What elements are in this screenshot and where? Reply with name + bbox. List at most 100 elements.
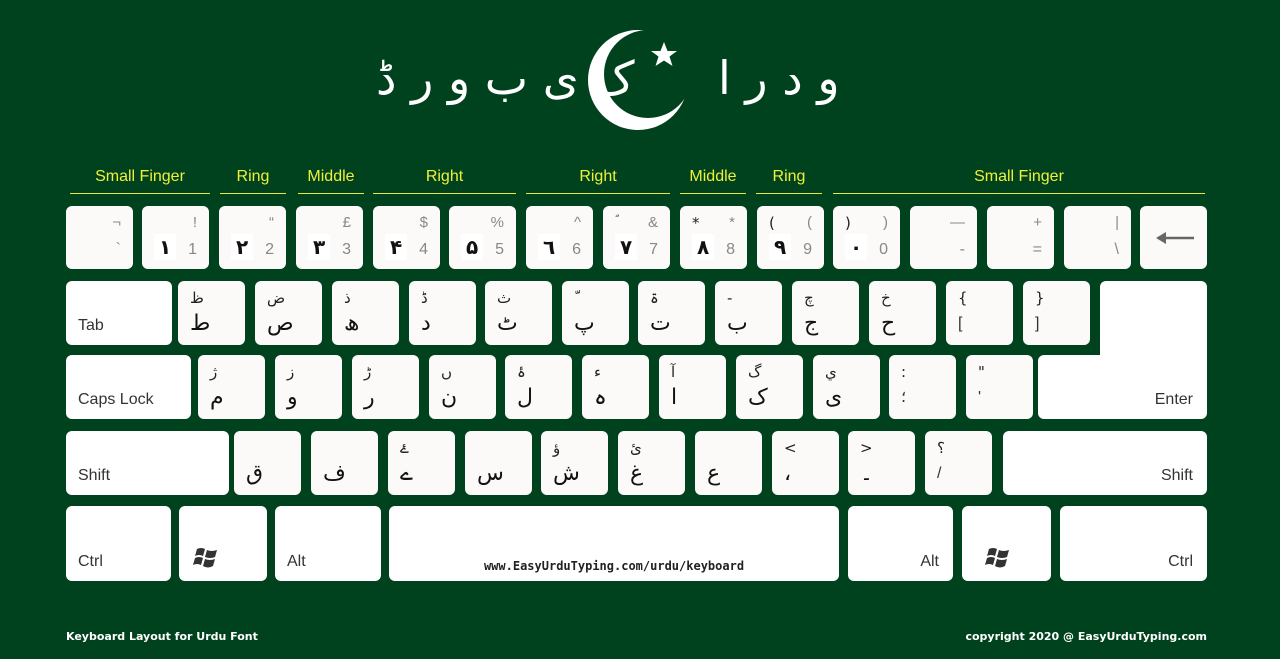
char-key[interactable]: چج: [792, 281, 859, 345]
key-char-english: 7: [649, 241, 658, 258]
char-key[interactable]: ںن: [429, 355, 496, 419]
char-key[interactable]: ڈد: [409, 281, 476, 345]
key-char-shift-urdu: چ: [804, 289, 814, 307]
char-key[interactable]: ف: [311, 431, 378, 495]
char-key[interactable]: يی: [813, 355, 880, 419]
ctrl-right-key[interactable]: Ctrl: [1060, 506, 1207, 581]
shift-left-key[interactable]: Shift: [66, 431, 229, 495]
footer-copyright: copyright 2020 @ EasyUrduTyping.com: [965, 630, 1207, 643]
char-key[interactable]: " ': [966, 355, 1033, 419]
key-char-english: 8: [726, 241, 735, 258]
char-key[interactable]: ((٩ 9: [757, 206, 824, 269]
key-char-shift-urdu: ": [978, 363, 985, 381]
char-key[interactable]: $۴ 4: [373, 206, 440, 269]
char-key[interactable]: “ ٢ 2: [219, 206, 286, 269]
key-char-shift-urdu: *: [692, 214, 700, 232]
char-key[interactable]: ئغ: [618, 431, 685, 495]
key-char-english: 4: [419, 241, 428, 258]
key-char-shift-english: ¬: [112, 214, 121, 231]
key-char-shift-urdu: {: [958, 289, 968, 307]
char-key[interactable]: زو: [275, 355, 342, 419]
ctrl-left-key[interactable]: Ctrl: [66, 506, 171, 581]
space-bar[interactable]: www.EasyUrduTyping.com/urdu/keyboard: [389, 506, 839, 581]
alt-right-key[interactable]: Alt: [848, 506, 953, 581]
char-key[interactable]: ع: [695, 431, 762, 495]
char-key[interactable]: | \: [1064, 206, 1131, 269]
char-key[interactable]: ۂل: [505, 355, 572, 419]
key-char-shift-urdu: ز: [287, 363, 295, 381]
char-key[interactable]: ۃت: [638, 281, 705, 345]
char-key[interactable]: ثٹ: [485, 281, 552, 345]
key-char-urdu: ٢: [231, 234, 254, 260]
char-key[interactable]: % ۵ 5: [449, 206, 516, 269]
key-char-urdu: ے: [400, 461, 413, 486]
alt-right-key-label: Alt: [920, 553, 939, 570]
key-char-urdu: ق: [246, 461, 264, 486]
key-char-urdu: ع: [707, 461, 721, 486]
key-char-urdu: س: [477, 461, 504, 486]
char-key[interactable]: ق: [234, 431, 301, 495]
char-key[interactable]: ڑر: [352, 355, 419, 419]
finger-label: Right: [373, 168, 516, 194]
char-key[interactable]: ّپ: [562, 281, 629, 345]
tab-key[interactable]: Tab: [66, 281, 172, 345]
key-char-urdu: ۵: [461, 234, 484, 260]
char-key[interactable]: ضص: [255, 281, 322, 345]
char-key[interactable]: ^ ٦ 6: [526, 206, 593, 269]
char-key[interactable]: : ؛: [889, 355, 956, 419]
char-key[interactable]: * * ٨ 8: [680, 206, 747, 269]
char-key[interactable]: )) ٠ 0: [833, 206, 900, 269]
char-key[interactable]: ذھ: [332, 281, 399, 345]
key-char-urdu: ہ: [594, 385, 607, 410]
char-key[interactable]: ژم: [198, 355, 265, 419]
key-char-shift-english: (: [807, 214, 812, 231]
key-char-shift-urdu: ڈ: [421, 289, 428, 307]
char-key[interactable]: ظط: [178, 281, 245, 345]
key-char-english: \: [1114, 241, 1119, 258]
windows-right-key[interactable]: [962, 506, 1051, 581]
char-key[interactable]: ؟ /: [925, 431, 992, 495]
windows-logo-icon: [193, 548, 217, 568]
char-key[interactable]: ۓے: [388, 431, 455, 495]
key-char-shift-urdu: ۂ: [517, 363, 526, 381]
shift-right-key[interactable]: Shift: [1003, 431, 1207, 495]
char-key[interactable]: ! ١ 1: [142, 206, 209, 269]
char-key[interactable]: ؤش: [541, 431, 608, 495]
ctrl-left-key-label: Ctrl: [78, 553, 103, 570]
key-char-urdu: [: [958, 315, 963, 332]
char-key[interactable]: ءہ: [582, 355, 649, 419]
key-char-urdu: ص: [267, 311, 294, 336]
char-key[interactable]: س: [465, 431, 532, 495]
key-char-shift-urdu: ): [845, 214, 851, 232]
char-key[interactable]: + =: [987, 206, 1054, 269]
enter-key-upper[interactable]: [1100, 281, 1207, 361]
char-key[interactable]: آا: [659, 355, 726, 419]
key-char-urdu: ھ: [344, 311, 360, 336]
char-key[interactable]: > ۔: [848, 431, 915, 495]
key-char-shift-english: %: [490, 214, 504, 231]
alt-left-key[interactable]: Alt: [275, 506, 381, 581]
key-char-urdu: پ: [574, 311, 595, 336]
char-key[interactable]: -ب: [715, 281, 782, 345]
caps-lock-key[interactable]: Caps Lock: [66, 355, 191, 419]
key-char-shift-urdu: ي: [825, 363, 837, 381]
char-key[interactable]: ¬ `: [66, 206, 133, 269]
char-key[interactable]: {[: [946, 281, 1013, 345]
char-key[interactable]: £٣ 3: [296, 206, 363, 269]
windows-left-key[interactable]: [179, 506, 267, 581]
char-key[interactable]: — -: [910, 206, 977, 269]
backspace-key[interactable]: [1140, 206, 1207, 269]
key-char-english: 5: [495, 241, 504, 258]
key-char-english: -: [959, 241, 965, 258]
footer-caption: Keyboard Layout for Urdu Font: [66, 630, 258, 643]
enter-key[interactable]: Enter: [1038, 355, 1207, 419]
char-key[interactable]: ؐ&٧7: [603, 206, 670, 269]
char-key[interactable]: }]: [1023, 281, 1090, 345]
key-char-shift-urdu: -: [727, 289, 733, 307]
key-char-urdu: ]: [1035, 315, 1040, 332]
key-char-shift-english: *: [729, 214, 735, 231]
char-key[interactable]: گک: [736, 355, 803, 419]
char-key[interactable]: خح: [869, 281, 936, 345]
key-char-shift-english: +: [1033, 214, 1042, 231]
char-key[interactable]: < ،: [772, 431, 839, 495]
